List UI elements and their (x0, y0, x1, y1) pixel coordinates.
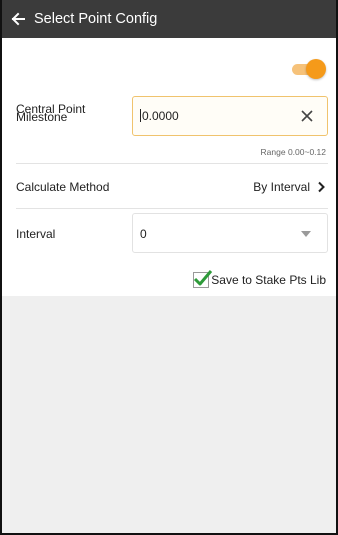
divider (16, 163, 328, 164)
milestone-label: Milestone (16, 110, 68, 124)
text-caret (140, 109, 141, 122)
interval-label: Interval (16, 227, 56, 241)
central-point-toggle[interactable] (292, 59, 326, 79)
close-icon[interactable] (299, 108, 315, 124)
divider (16, 208, 328, 209)
calculate-method-value: By Interval (253, 180, 310, 194)
interval-value: 0 (140, 227, 147, 241)
milestone-value-wrap: 0.0000 (140, 109, 179, 123)
milestone-value: 0.0000 (142, 109, 179, 123)
chevron-right-icon (318, 181, 325, 193)
config-form: Central Point Milestone 0.0000 Range 0.0… (2, 38, 336, 296)
calculate-method-label: Calculate Method (16, 180, 110, 194)
empty-area (2, 296, 336, 533)
arrow-left-icon (11, 12, 25, 26)
page-title: Select Point Config (34, 11, 158, 27)
toggle-knob (306, 59, 326, 79)
save-to-lib-option[interactable]: Save to Stake Pts Lib (193, 270, 326, 288)
save-to-lib-label: Save to Stake Pts Lib (211, 273, 326, 287)
interval-select[interactable]: 0 (132, 213, 328, 253)
save-checkbox[interactable] (193, 270, 213, 288)
dropdown-arrow-icon (301, 231, 311, 237)
milestone-range: Range 0.00~0.12 (260, 147, 326, 157)
back-button[interactable] (8, 9, 28, 29)
screen: Select Point Config Central Point Milest… (0, 0, 338, 535)
milestone-input[interactable]: 0.0000 (132, 96, 328, 136)
check-icon (194, 270, 213, 286)
calculate-method-selector[interactable]: By Interval (253, 180, 326, 194)
app-bar: Select Point Config (2, 0, 336, 38)
